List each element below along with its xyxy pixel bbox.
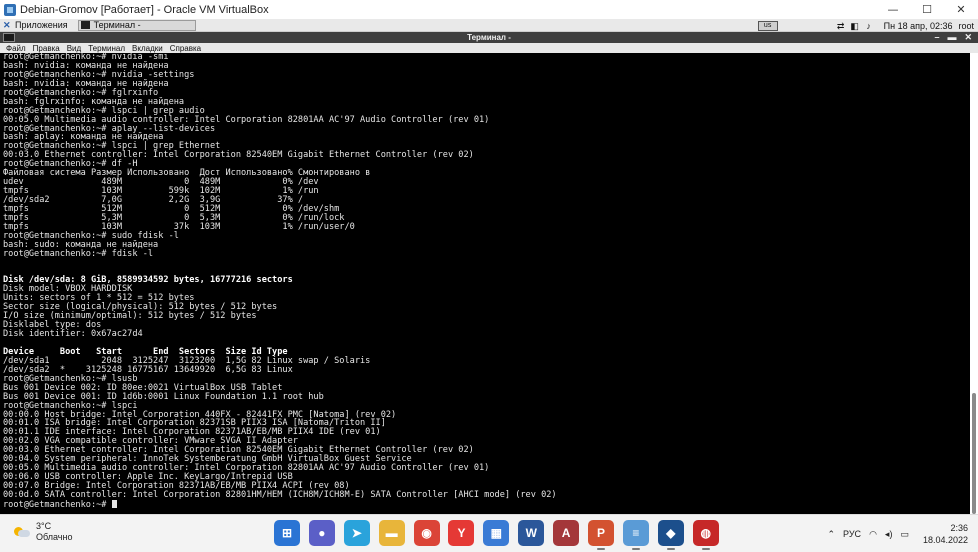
taskbar-terminal-button[interactable]: Терминал - xyxy=(77,19,196,31)
volume-icon[interactable]: ◧ xyxy=(850,21,860,31)
menu-help[interactable]: Справка xyxy=(170,44,201,53)
terminal-line: Disk /dev/sda: 8 GiB, 8589934592 bytes, … xyxy=(3,275,293,286)
terminal-line: Disk identifier: 0x67ac27d4 xyxy=(3,329,143,340)
notepad-icon[interactable]: ≡ xyxy=(622,520,649,550)
terminal-scrollbar[interactable] xyxy=(970,53,978,514)
app-red-icon[interactable]: ◍ xyxy=(692,520,719,550)
host-titlebar: Debian-Gromov [Работает] - Oracle VM Vir… xyxy=(0,0,978,19)
terminal-line: Disklabel type: dos xyxy=(3,320,102,331)
menu-file[interactable]: Файл xyxy=(6,44,26,53)
terminal-line: I/O size (minimum/optimal): 512 bytes / … xyxy=(3,311,257,322)
language-indicator[interactable]: РУС xyxy=(843,529,861,539)
menu-terminal[interactable]: Терминал xyxy=(88,44,125,53)
terminal-maximize-button[interactable]: ▬ xyxy=(947,32,956,43)
terminal-window-controls: – ▬ ✕ xyxy=(934,32,972,43)
taskbar-terminal-label: Терминал - xyxy=(93,20,141,30)
system-clock[interactable]: 2:36 18.04.2022 xyxy=(923,522,968,546)
terminal-menubar: Файл Правка Вид Терминал Вкладки Справка xyxy=(0,43,978,53)
guest-panel-tray: us ⇄ ◧ ♪ Пн 18 апр, 02:36 root xyxy=(757,19,974,32)
terminal-output[interactable]: root@Getmanchenko:~# nvidia -smi bash: nv… xyxy=(0,53,970,514)
yandex-icon[interactable]: Y xyxy=(448,520,475,546)
clock-date: 18.04.2022 xyxy=(922,535,968,545)
guest-clock[interactable]: Пн 18 апр, 02:36 xyxy=(884,21,953,31)
chevron-up-icon[interactable]: ⌃ xyxy=(827,529,835,540)
terminal-line: Bus 001 Device 001: ID 1d6b:0001 Linux F… xyxy=(3,391,324,402)
terminal-line: 00:03.0 Ethernet controller: Intel Corpo… xyxy=(3,150,474,161)
weather-description: Облачно xyxy=(36,532,73,542)
virtualbox-icon[interactable]: ◆ xyxy=(657,520,684,550)
terminal-minimize-button[interactable]: – xyxy=(934,32,939,43)
terminal-icon xyxy=(80,21,90,29)
guest-user[interactable]: root xyxy=(958,21,974,31)
minimize-button[interactable]: — xyxy=(876,0,910,19)
maximize-button[interactable]: ☐ xyxy=(910,0,944,19)
word-icon[interactable]: W xyxy=(518,520,545,546)
terminal-line: root@Getmanchenko:~# fdisk -l xyxy=(3,248,154,259)
close-button[interactable]: ✕ xyxy=(944,0,978,19)
terminal-line: 00:0d.0 SATA controller: Intel Corporati… xyxy=(3,489,557,500)
weather-temperature: 3°C xyxy=(36,521,52,531)
terminal-prompt: root@Getmanchenko:~# xyxy=(3,499,112,510)
access-icon[interactable]: A xyxy=(553,520,580,546)
applications-menu-label: Приложения xyxy=(15,20,68,30)
scrollbar-thumb[interactable] xyxy=(972,393,976,514)
telegram-icon[interactable]: ➤ xyxy=(343,520,370,546)
battery-icon[interactable]: ▭ xyxy=(900,529,909,540)
host-window-title: Debian-Gromov [Работает] - Oracle VM Vir… xyxy=(20,3,269,16)
applications-menu[interactable]: ✕ Приложения xyxy=(3,20,68,30)
partly-cloudy-icon xyxy=(14,526,30,538)
host-window-controls: — ☐ ✕ xyxy=(876,0,978,19)
menu-view[interactable]: Вид xyxy=(67,44,81,53)
network-icon[interactable]: ⇄ xyxy=(836,21,846,31)
wifi-icon[interactable]: ◠ xyxy=(869,529,877,540)
clock-time: 2:36 xyxy=(950,523,968,533)
chat-icon[interactable]: ● xyxy=(308,520,335,546)
chrome-icon[interactable]: ◉ xyxy=(413,520,440,546)
menu-tabs[interactable]: Вкладки xyxy=(132,44,163,53)
system-tray: ⌃ РУС ◠ ◂) ▭ 2:36 18.04.2022 xyxy=(819,519,968,549)
weather-widget[interactable]: 3°C Облачно xyxy=(14,521,72,543)
terminal-line: /dev/sda2 * 3125248 16775167 13649920 6,… xyxy=(3,364,293,375)
file-explorer-icon[interactable]: ▬ xyxy=(378,520,405,546)
notification-icon[interactable]: ♪ xyxy=(864,21,874,31)
terminal-close-button[interactable]: ✕ xyxy=(964,32,972,43)
xfce-icon: ✕ xyxy=(3,19,11,30)
virtualbox-icon xyxy=(4,3,16,16)
terminal-prompt-line[interactable]: root@Getmanchenko:~# xyxy=(3,499,970,510)
guest-top-panel: ✕ Приложения Терминал - us ⇄ ◧ ♪ Пн 18 а… xyxy=(0,19,978,32)
speaker-icon[interactable]: ◂) xyxy=(885,529,893,540)
terminal-cursor xyxy=(111,499,117,508)
menu-edit[interactable]: Правка xyxy=(33,44,60,53)
taskbar-pinned-apps: ⊞ ● ➤ ▬ ◉ Y ▦ W A P ≡ ◆ ◍ xyxy=(274,520,728,550)
windows-taskbar: 3°C Облачно ⊞ ● ➤ ▬ ◉ Y ▦ W A P ≡ ◆ ◍ ⌃ РУС ◠ ◂) ▭ 2… xyxy=(0,514,978,552)
terminal-titlebar: Терминал - – ▬ ✕ xyxy=(0,32,978,43)
keyboard-layout-indicator[interactable]: us xyxy=(757,20,778,31)
store-icon[interactable]: ▦ xyxy=(483,520,510,546)
terminal-title: Терминал - xyxy=(467,33,511,42)
powerpoint-icon[interactable]: P xyxy=(588,520,615,550)
windows-start-icon[interactable]: ⊞ xyxy=(274,520,300,546)
